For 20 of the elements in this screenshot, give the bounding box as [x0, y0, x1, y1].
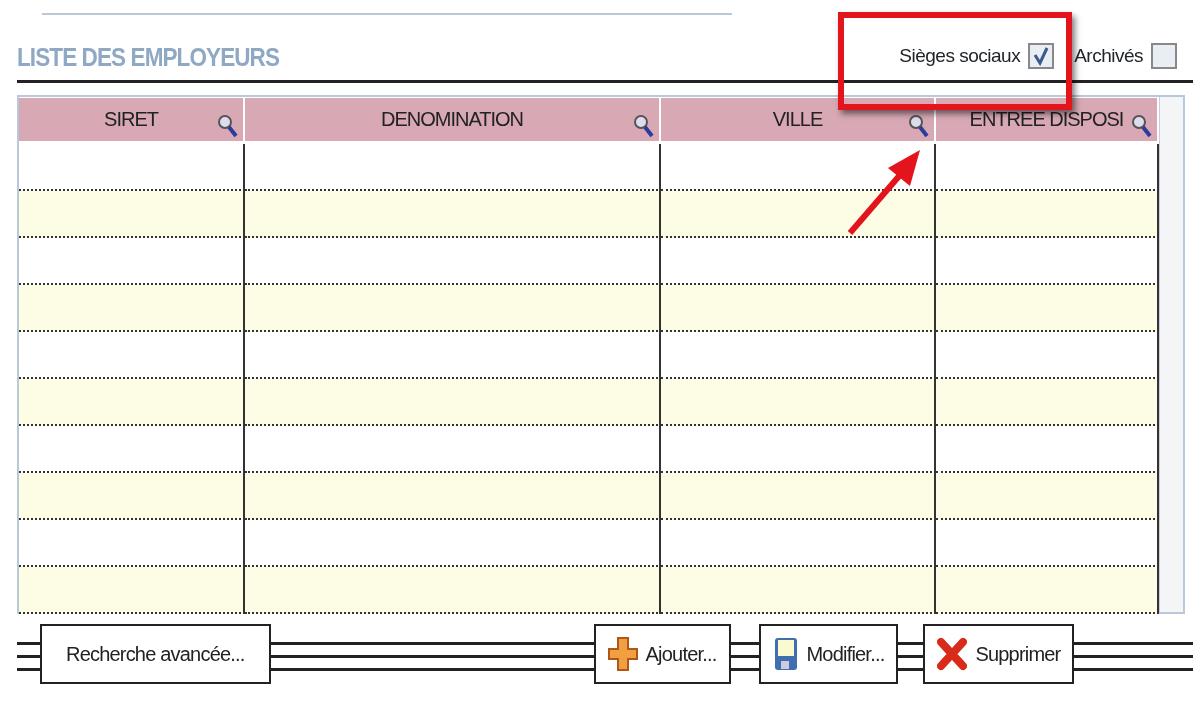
filter-label: Sièges sociaux — [899, 43, 1021, 68]
plus-icon — [607, 636, 638, 672]
action-button[interactable]: Modifier... — [758, 624, 899, 684]
action-button[interactable]: Supprimer — [923, 624, 1075, 684]
search-icon[interactable] — [217, 113, 239, 139]
scrollbar[interactable] — [1159, 97, 1183, 612]
column-header[interactable]: VILLE — [661, 98, 934, 141]
filter-checkbox[interactable] — [1028, 42, 1055, 69]
action-button[interactable]: Ajouter... — [593, 624, 731, 684]
column-header[interactable]: DENOMINATION — [245, 98, 659, 141]
action-button[interactable]: Recherche avancée... — [40, 624, 271, 684]
filter-label: Archivés — [1074, 43, 1143, 68]
filter-checkbox[interactable] — [1151, 42, 1177, 69]
close-icon — [937, 636, 968, 672]
column-header[interactable]: ENTREE DISPOSI — [936, 98, 1157, 141]
column-header[interactable]: SIRET — [19, 98, 243, 141]
search-icon[interactable] — [633, 113, 655, 139]
search-icon[interactable] — [908, 113, 930, 139]
list-title: LISTE DES EMPLOYEURS — [17, 41, 280, 73]
search-icon[interactable] — [1131, 113, 1153, 139]
